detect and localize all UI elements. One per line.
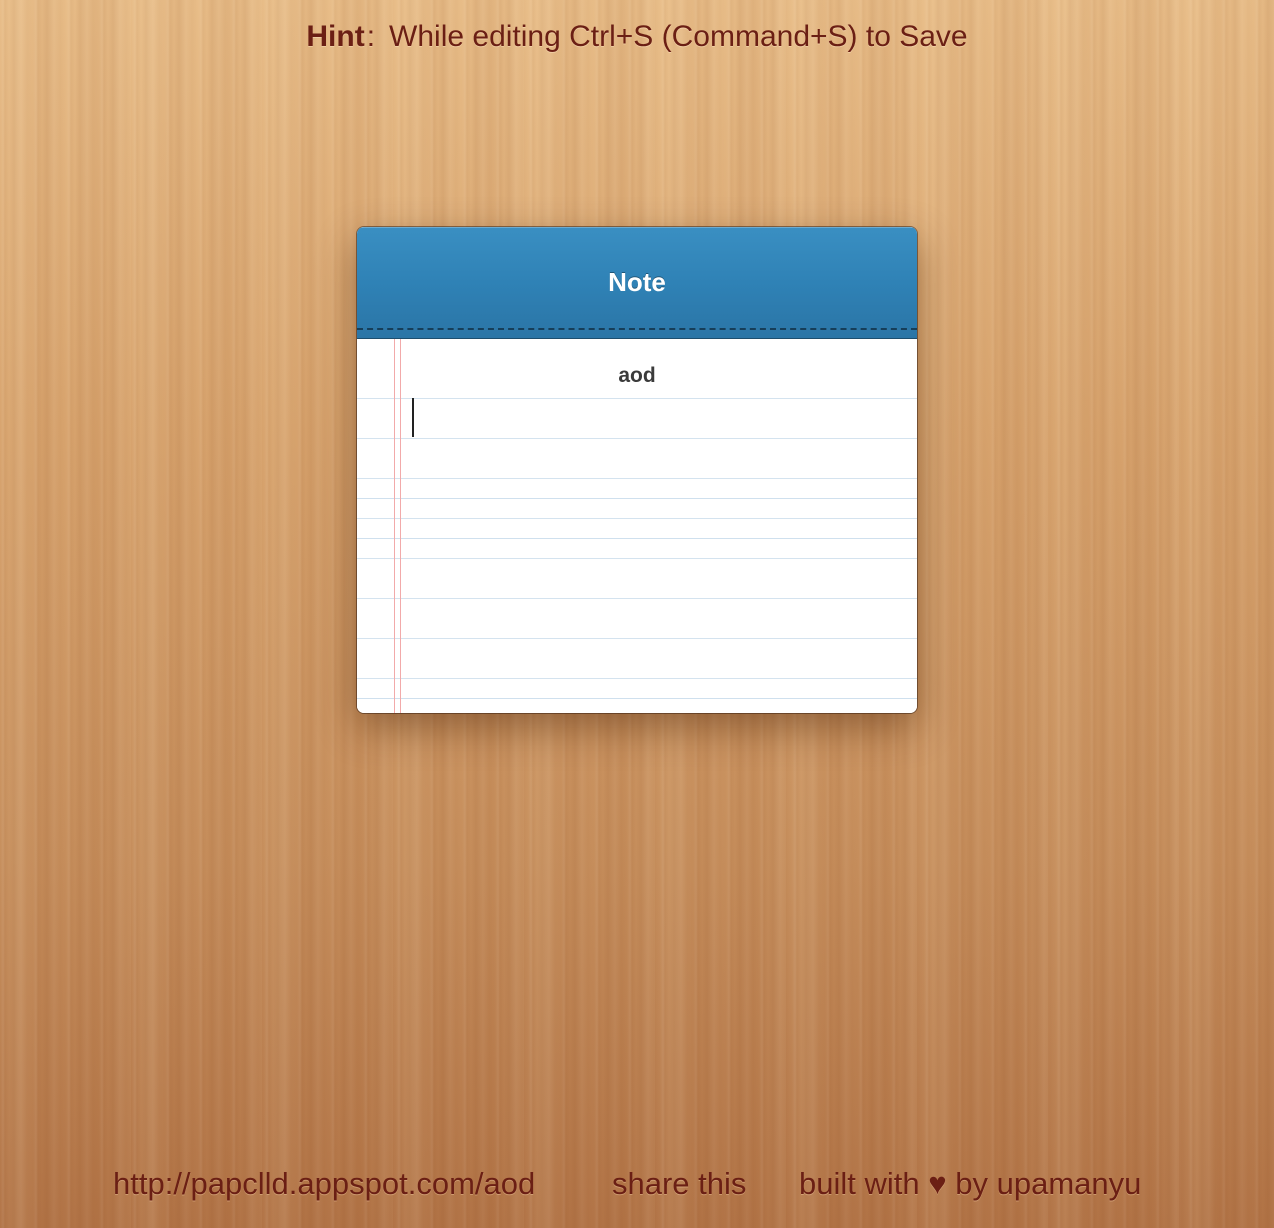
- text-caret: [412, 398, 414, 437]
- note-url-link[interactable]: http://papclld.appspot.com/aod: [113, 1166, 535, 1202]
- hint-bar: Hint: While editing Ctrl+S (Command+S) to…: [0, 20, 1274, 54]
- hint-label: Hint: [306, 20, 365, 53]
- note-header: Note: [357, 227, 917, 339]
- hint-text: While editing Ctrl+S (Command+S) to Save: [389, 20, 968, 53]
- note-subject[interactable]: aod: [357, 364, 917, 388]
- note-card: Note aod: [357, 227, 917, 713]
- note-paper: aod: [357, 339, 917, 713]
- share-link[interactable]: share this: [612, 1166, 746, 1202]
- note-body-editor[interactable]: [411, 399, 901, 699]
- margin-line: [394, 339, 395, 713]
- margin-line: [400, 339, 401, 713]
- footer: http://papclld.appspot.com/aod share thi…: [0, 1166, 1274, 1206]
- hint-separator: :: [366, 20, 376, 53]
- note-title: Note: [608, 267, 666, 297]
- credit-link[interactable]: built with ♥ by upamanyu: [799, 1166, 1141, 1202]
